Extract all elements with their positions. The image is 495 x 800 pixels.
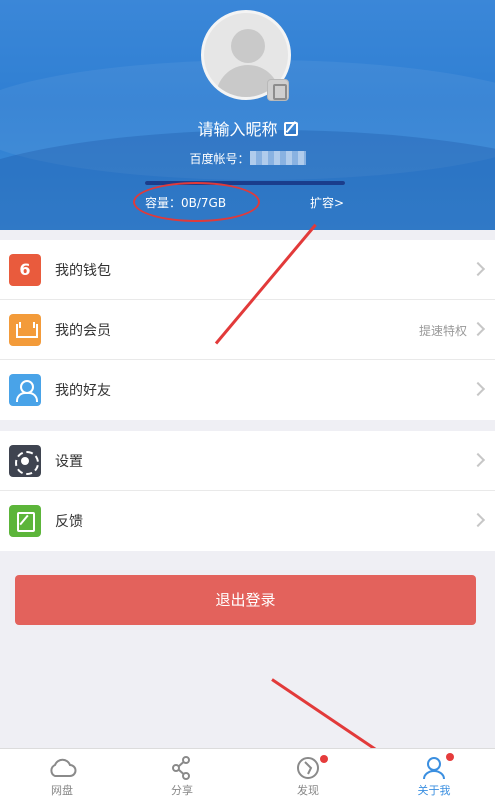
menu-item-label: 反馈 [55, 514, 83, 530]
wallet-icon [9, 254, 41, 286]
menu-item-settings[interactable]: 设置 [0, 431, 495, 491]
account-line: 百度帐号： [0, 150, 495, 167]
chevron-right-icon [470, 321, 486, 337]
menu-group-account: 我的钱包 我的会员 提速特权 我的好友 [0, 240, 495, 420]
menu-item-label: 我的钱包 [55, 263, 111, 279]
account-label: 百度帐号： [189, 152, 250, 166]
tab-label: 网盘 [51, 784, 73, 797]
tab-netdisk[interactable]: 网盘 [0, 749, 124, 800]
menu-group-app: 设置 反馈 [0, 431, 495, 551]
vip-crown-icon [9, 314, 41, 346]
share-icon [172, 756, 190, 780]
annotation-circle [133, 182, 260, 222]
menu-item-label: 我的会员 [55, 323, 111, 339]
menu-item-label: 设置 [55, 454, 83, 470]
masked-account-id [249, 151, 306, 165]
settings-icon [9, 445, 41, 477]
avatar-badge-icon [267, 79, 289, 101]
tab-discover[interactable]: 发现 [246, 749, 370, 800]
notification-dot [446, 753, 454, 761]
friend-icon [9, 374, 41, 406]
chevron-right-icon [470, 381, 486, 397]
edit-icon[interactable] [283, 122, 298, 136]
tab-bar: 网盘 分享 发现 关于我 [0, 748, 495, 800]
avatar-placeholder-head [231, 29, 265, 63]
tab-label: 分享 [171, 784, 193, 797]
menu-item-vip[interactable]: 我的会员 提速特权 [0, 300, 495, 360]
menu-item-wallet[interactable]: 我的钱包 [0, 240, 495, 300]
user-icon [423, 757, 445, 780]
discover-icon [297, 757, 319, 779]
feedback-icon [9, 505, 41, 537]
menu-item-feedback[interactable]: 反馈 [0, 491, 495, 551]
header-background-wave [0, 130, 495, 230]
cloud-icon [50, 758, 77, 777]
menu-item-friends[interactable]: 我的好友 [0, 360, 495, 420]
tab-about-me[interactable]: 关于我 [372, 749, 495, 800]
tab-label: 发现 [297, 784, 319, 797]
menu-item-label: 我的好友 [55, 383, 111, 399]
tab-label: 关于我 [417, 784, 451, 797]
expand-button[interactable]: 扩容> [310, 194, 344, 211]
chevron-right-icon [470, 512, 486, 528]
nickname-text: 请输入昵称 [197, 120, 278, 139]
nickname[interactable]: 请输入昵称 [0, 116, 495, 140]
chevron-right-icon [470, 452, 486, 468]
tab-share[interactable]: 分享 [120, 749, 244, 800]
notification-dot [320, 755, 328, 763]
chevron-right-icon [470, 261, 486, 277]
menu-item-extra: 提速特权 [418, 324, 467, 338]
logout-button[interactable]: 退出登录 [15, 575, 476, 625]
